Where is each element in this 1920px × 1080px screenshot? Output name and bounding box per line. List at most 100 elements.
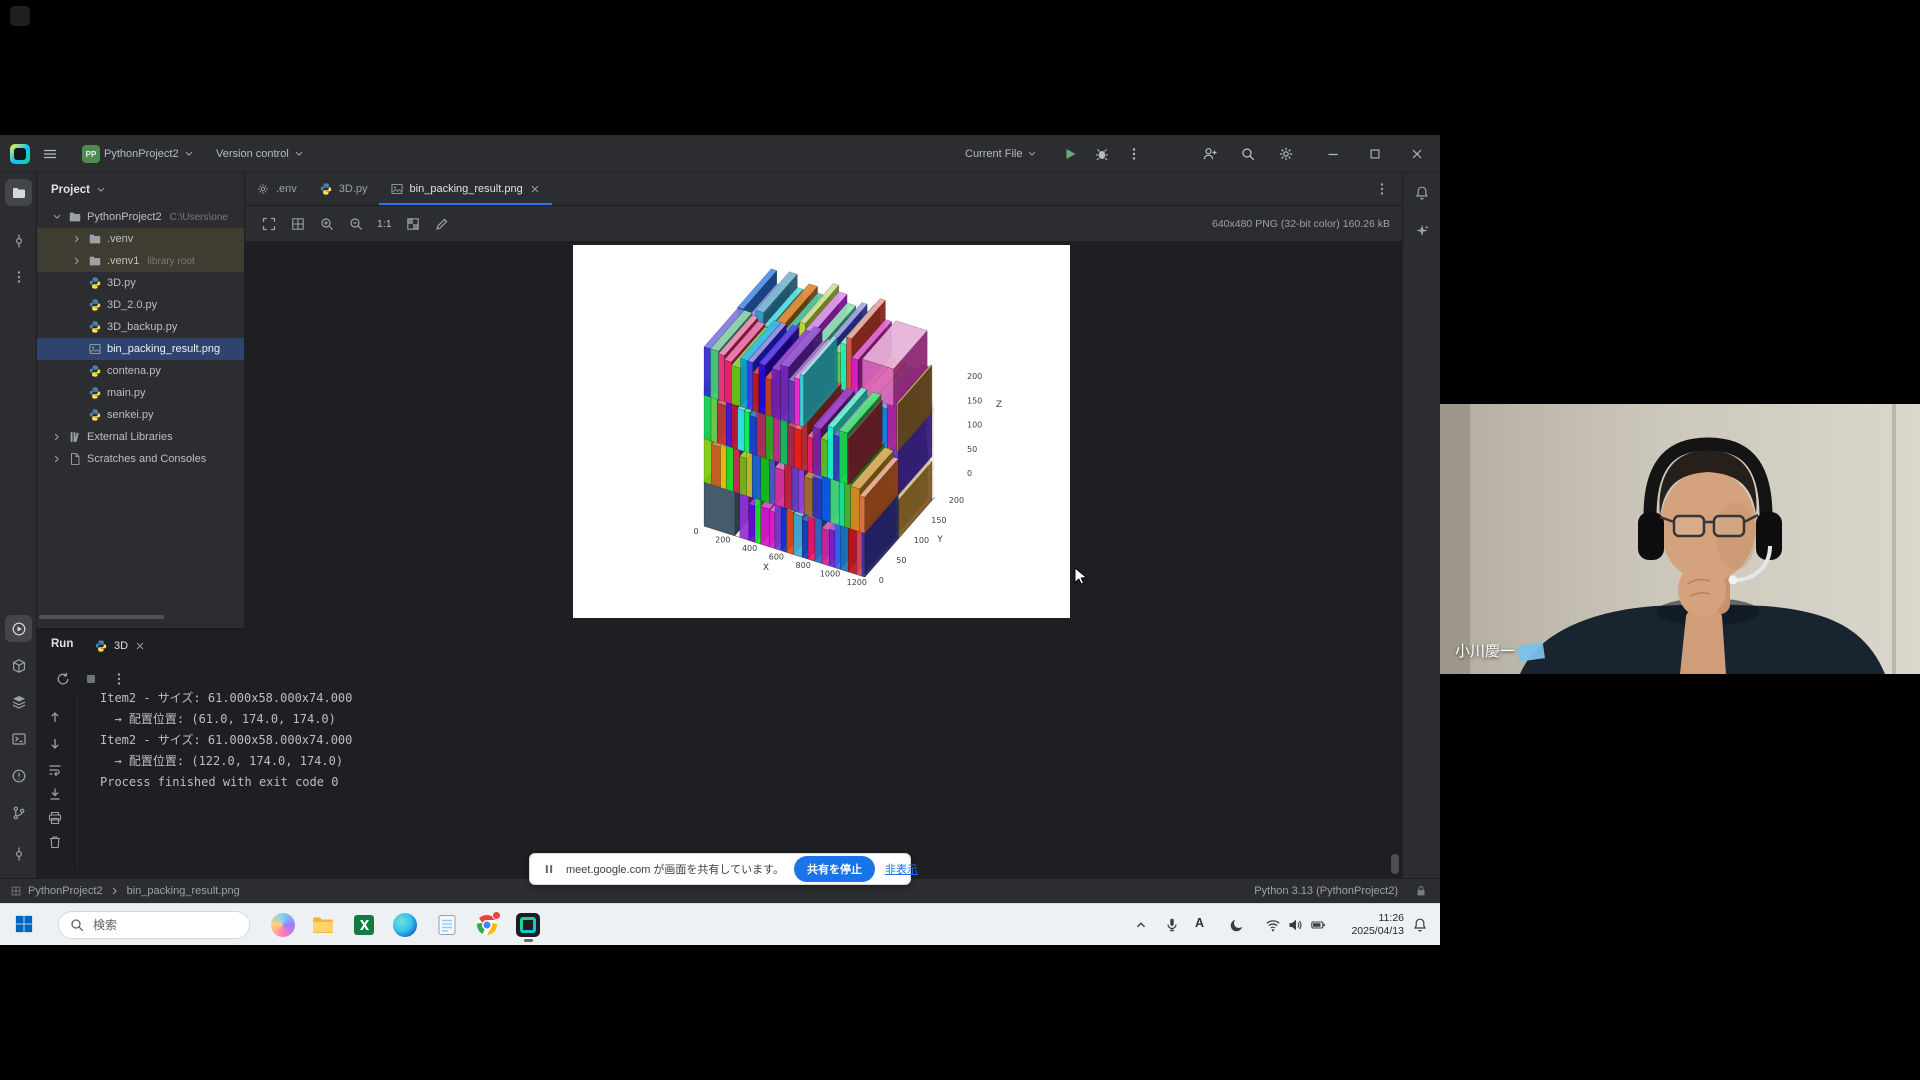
start-button[interactable]: [14, 914, 36, 936]
console-scrollbar[interactable]: [1391, 854, 1399, 874]
hide-bar-link[interactable]: 非表示: [885, 861, 918, 877]
toolwindow-structure-button[interactable]: [5, 840, 32, 867]
chrome-app-icon[interactable]: [475, 913, 499, 937]
project-widget[interactable]: PP PythonProject2: [82, 142, 195, 166]
editor-tab[interactable]: .env: [245, 173, 308, 205]
grid-toggle-icon[interactable]: [290, 216, 306, 232]
ai-assistant-button[interactable]: [1408, 217, 1435, 244]
taskbar-search[interactable]: [58, 911, 250, 939]
project-panel-header[interactable]: Project: [37, 173, 244, 206]
tray-volume-button[interactable]: [1287, 917, 1303, 933]
tray-wifi-button[interactable]: [1265, 917, 1281, 933]
clear-console-button[interactable]: [47, 834, 63, 850]
zoom-actual-size-button[interactable]: 1:1: [377, 218, 392, 230]
console-line: → 配置位置: (122.0, 174.0, 174.0): [100, 751, 1382, 772]
run-tab[interactable]: 3D: [87, 635, 153, 657]
project-tree-item[interactable]: 3D.py: [37, 272, 244, 294]
code-with-me-button[interactable]: [1202, 142, 1218, 166]
main-menu-button[interactable]: [42, 142, 58, 166]
breadcrumb-file[interactable]: bin_packing_result.png: [127, 885, 240, 897]
notepad-app-icon[interactable]: [435, 913, 459, 937]
chevron-right-icon[interactable]: [51, 431, 63, 443]
taskbar-clock[interactable]: 11:26 2025/04/13: [1332, 912, 1404, 938]
editor-tab[interactable]: 3D.py: [308, 173, 379, 205]
tray-night-light-button[interactable]: [1229, 917, 1245, 933]
library-icon: [68, 430, 82, 444]
prev-occurrence-button[interactable]: [47, 709, 63, 725]
project-tree-item[interactable]: 3D_backup.py: [37, 316, 244, 338]
chevron-right-icon[interactable]: [71, 233, 83, 245]
maximize-button[interactable]: [1354, 135, 1396, 173]
project-tree-item[interactable]: PythonProject2C:\Users\one: [37, 206, 244, 228]
python-interpreter-widget[interactable]: Python 3.13 (PythonProject2): [1254, 885, 1398, 897]
run-button[interactable]: [1062, 142, 1078, 166]
toolwindow-commit-button[interactable]: [5, 227, 32, 254]
breadcrumb-project[interactable]: PythonProject2: [28, 885, 103, 897]
editor-area: .env3D.pybin_packing_result.png 1:1 640x…: [245, 173, 1402, 628]
toolwindow-more-button[interactable]: [5, 263, 32, 290]
toolwindow-project-button[interactable]: [5, 179, 32, 206]
toolwindow-packages-button[interactable]: [5, 652, 32, 679]
tray-microphone-button[interactable]: [1164, 917, 1180, 933]
toolwindow-vcs-button[interactable]: [5, 799, 32, 826]
tab-close-icon[interactable]: [529, 183, 541, 195]
project-tree-item[interactable]: senkei.py: [37, 404, 244, 426]
toolwindow-problems-button[interactable]: [5, 762, 32, 789]
tray-battery-button[interactable]: [1310, 917, 1326, 933]
excel-app-icon[interactable]: [352, 913, 376, 937]
project-tree-item[interactable]: contena.py: [37, 360, 244, 382]
project-tree-item[interactable]: .venv: [37, 228, 244, 250]
chevron-down-icon[interactable]: [51, 211, 63, 223]
next-occurrence-button[interactable]: [47, 736, 63, 752]
debug-button[interactable]: [1094, 142, 1110, 166]
transparency-checker-icon[interactable]: [405, 216, 421, 232]
copilot-app-icon[interactable]: [271, 913, 295, 937]
toolwindow-run-button[interactable]: [5, 615, 32, 642]
toolwindow-terminal-button[interactable]: [5, 725, 32, 752]
project-tree-item[interactable]: Scratches and Consoles: [37, 448, 244, 470]
chevron-right-icon[interactable]: [51, 453, 63, 465]
vcs-widget[interactable]: Version control: [216, 142, 305, 166]
minimize-button[interactable]: [1312, 135, 1354, 173]
horizontal-scrollbar[interactable]: [39, 615, 164, 619]
tab-options-button[interactable]: [1374, 181, 1390, 197]
tray-show-hidden-button[interactable]: [1133, 917, 1149, 933]
search-everywhere-button[interactable]: [1240, 142, 1256, 166]
edit-externally-icon[interactable]: [434, 216, 450, 232]
pycharm-app-icon[interactable]: [516, 913, 540, 937]
lock-icon[interactable]: [1414, 884, 1428, 898]
chevron-right-icon[interactable]: [71, 255, 83, 267]
zoom-fit-icon[interactable]: [261, 216, 277, 232]
notification-center-button[interactable]: [1412, 917, 1428, 933]
svg-text:50: 50: [896, 556, 906, 565]
edge-app-icon[interactable]: [393, 913, 417, 937]
run-options-button[interactable]: [111, 671, 127, 687]
project-tree-item[interactable]: main.py: [37, 382, 244, 404]
project-tree-item[interactable]: External Libraries: [37, 426, 244, 448]
python-icon: [88, 386, 102, 400]
print-button[interactable]: [47, 810, 63, 826]
editor-tab[interactable]: bin_packing_result.png: [379, 173, 552, 205]
tab-close-icon[interactable]: [134, 640, 146, 652]
zoom-out-icon[interactable]: [348, 216, 364, 232]
mouse-cursor: [1073, 567, 1091, 585]
project-tree-item[interactable]: 3D_2.0.py: [37, 294, 244, 316]
toolwindow-services-button[interactable]: [5, 688, 32, 715]
zoom-in-icon[interactable]: [319, 216, 335, 232]
stop-sharing-button[interactable]: 共有を停止: [794, 856, 875, 882]
more-run-actions-button[interactable]: [1126, 142, 1142, 166]
project-tree-item[interactable]: bin_packing_result.png: [37, 338, 244, 360]
scroll-to-end-button[interactable]: [47, 786, 63, 802]
ime-mode-indicator[interactable]: A: [1195, 916, 1204, 930]
search-input[interactable]: [58, 911, 250, 939]
settings-button[interactable]: [1278, 142, 1294, 166]
soft-wrap-button[interactable]: [47, 762, 63, 778]
structure-icon: [11, 846, 27, 862]
stop-button[interactable]: [83, 671, 99, 687]
close-button[interactable]: [1396, 135, 1438, 173]
notifications-button[interactable]: [1408, 179, 1435, 206]
rerun-button[interactable]: [55, 671, 71, 687]
file-explorer-app-icon[interactable]: [311, 913, 335, 937]
run-configuration-selector[interactable]: Current File: [965, 142, 1038, 166]
project-tree-item[interactable]: .venv1library root: [37, 250, 244, 272]
